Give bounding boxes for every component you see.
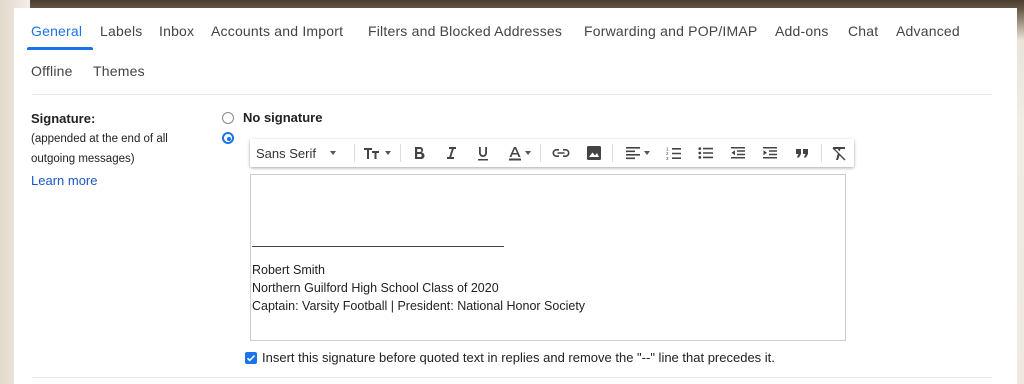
tab-add-ons[interactable]: Add-ons: [775, 23, 829, 39]
signature-title: Signature:: [31, 111, 96, 126]
chevron-down-icon: [524, 151, 531, 155]
chevron-down-icon: [643, 151, 650, 155]
tab-offline[interactable]: Offline: [31, 63, 73, 79]
toolbar-separator: [540, 144, 541, 162]
image-icon[interactable]: [580, 139, 608, 167]
settings-panel: General Labels Inbox Accounts and Import…: [14, 8, 1017, 384]
learn-more-link[interactable]: Learn more: [31, 173, 211, 188]
svg-text:3: 3: [666, 155, 669, 160]
chevron-down-icon: [385, 151, 391, 155]
tab-advanced[interactable]: Advanced: [896, 23, 960, 39]
chevron-down-icon: [329, 151, 336, 155]
remove-formatting-icon[interactable]: [826, 139, 852, 167]
settings-tabs: General Labels Inbox Accounts and Import…: [14, 8, 1017, 94]
tab-general[interactable]: General: [31, 23, 82, 39]
signature-line-school: Northern Guilford High School Class of 2…: [252, 281, 499, 295]
tabs-divider: [32, 94, 992, 95]
underline-icon[interactable]: [470, 139, 496, 167]
tab-labels[interactable]: Labels: [100, 23, 142, 39]
tab-accounts-and-import[interactable]: Accounts and Import: [211, 23, 343, 39]
italic-icon[interactable]: [438, 139, 464, 167]
no-signature-label[interactable]: No signature: [243, 110, 322, 125]
bulleted-list-icon[interactable]: [692, 139, 720, 167]
signature-editor[interactable]: Robert Smith Northern Guilford High Scho…: [250, 174, 846, 341]
active-tab-indicator: [27, 47, 93, 50]
formatting-toolbar: Sans Serif 1 2 3: [250, 139, 854, 167]
signature-label-block: Signature: (appended at the end of all o…: [31, 111, 211, 188]
no-signature-radio[interactable]: [222, 112, 234, 124]
insert-signature-checkbox[interactable]: [245, 351, 257, 364]
signature-name: Robert Smith: [252, 263, 325, 277]
insert-signature-label[interactable]: Insert this signature before quoted text…: [262, 350, 775, 365]
custom-signature-radio[interactable]: [222, 132, 234, 144]
signature-description: (appended at the end of all outgoing mes…: [31, 133, 168, 165]
link-icon[interactable]: [547, 139, 575, 167]
insert-signature-option: Insert this signature before quoted text…: [245, 350, 775, 365]
toolbar-separator: [400, 144, 401, 162]
signature-underline: [252, 246, 504, 247]
section-divider: [32, 377, 992, 378]
tab-forwarding-pop-imap[interactable]: Forwarding and POP/IMAP: [584, 23, 757, 39]
font-size-icon[interactable]: [358, 139, 396, 167]
font-family-select[interactable]: Sans Serif: [256, 139, 351, 167]
signature-line-roles: Captain: Varsity Football | President: N…: [252, 299, 586, 313]
toolbar-separator: [821, 144, 822, 162]
indent-more-icon[interactable]: [756, 139, 784, 167]
text-color-icon[interactable]: [502, 139, 536, 167]
align-icon[interactable]: [618, 139, 656, 167]
numbered-list-icon[interactable]: 123: [660, 139, 688, 167]
tab-themes[interactable]: Themes: [93, 63, 145, 79]
tab-chat[interactable]: Chat: [848, 23, 878, 39]
bold-icon[interactable]: [406, 139, 432, 167]
toolbar-separator: [612, 144, 613, 162]
quote-icon[interactable]: [788, 139, 816, 167]
indent-less-icon[interactable]: [724, 139, 752, 167]
tab-filters-and-blocked-addresses[interactable]: Filters and Blocked Addresses: [368, 23, 562, 39]
toolbar-separator: [354, 144, 355, 162]
tab-inbox[interactable]: Inbox: [159, 23, 194, 39]
